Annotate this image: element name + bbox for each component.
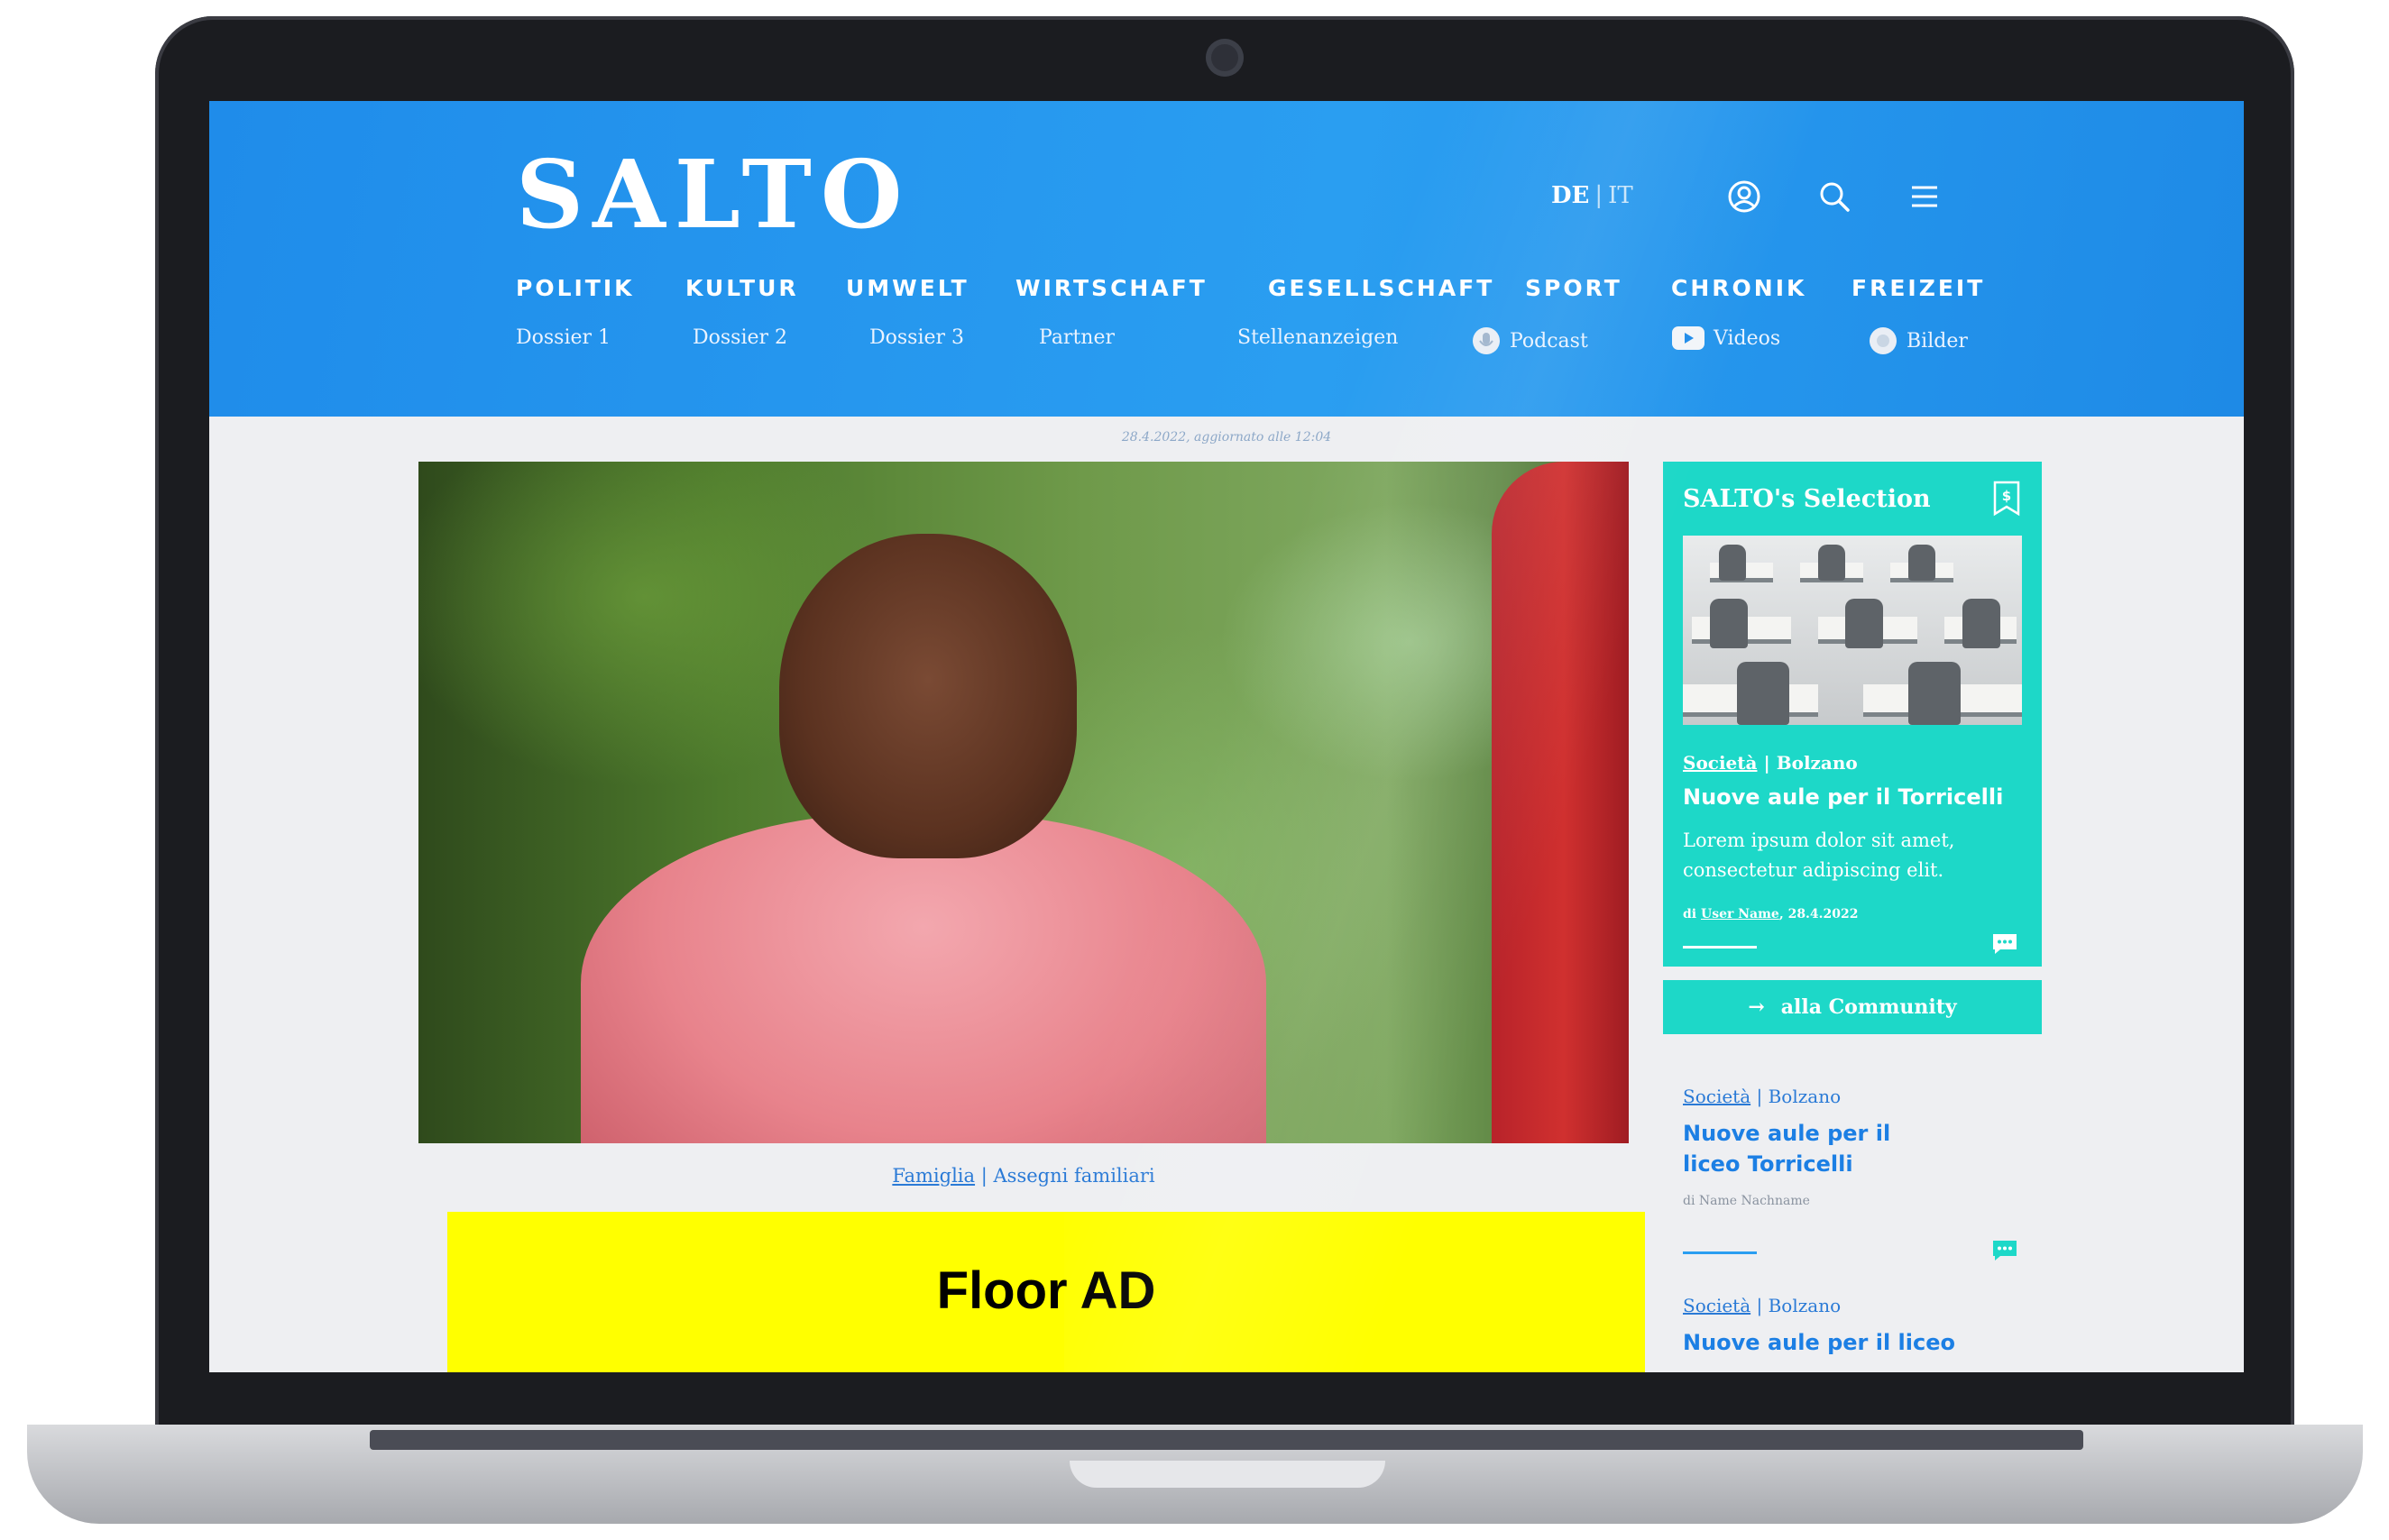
classroom-chair bbox=[1845, 599, 1883, 648]
subnav-videos[interactable]: Videos bbox=[1672, 326, 1780, 350]
side-article-place: Bolzano bbox=[1768, 1086, 1842, 1107]
nav-chronik[interactable]: CHRONIK bbox=[1671, 275, 1806, 301]
keyboard-strip bbox=[370, 1430, 2083, 1450]
subnav-videos-label: Videos bbox=[1714, 326, 1781, 350]
subnav-dossier-1[interactable]: Dossier 1 bbox=[516, 326, 611, 349]
selection-meta: Società | Bolzano bbox=[1683, 752, 1858, 774]
image-icon bbox=[1870, 327, 1897, 354]
classroom-chair bbox=[1962, 599, 2000, 648]
comment-icon[interactable] bbox=[1991, 932, 2018, 956]
selection-divider bbox=[1683, 946, 1757, 949]
side-article-divider bbox=[1683, 1251, 1757, 1254]
nav-sport[interactable]: SPORT bbox=[1525, 275, 1622, 301]
hero-photo-girl-hair bbox=[779, 534, 1077, 858]
hero-photo-girl-hoodie bbox=[581, 813, 1266, 1143]
classroom-chair bbox=[1710, 599, 1748, 648]
subnav-partner[interactable]: Partner bbox=[1039, 326, 1115, 349]
article-date: 28.4.2022, aggiornato alle 12:04 bbox=[1121, 430, 1332, 445]
subnav-podcast-label: Podcast bbox=[1510, 329, 1588, 353]
selection-category-link[interactable]: Società bbox=[1683, 752, 1757, 774]
subnav-stellenanzeigen[interactable]: Stellenanzeigen bbox=[1237, 326, 1398, 349]
side-article-meta: Società | Bolzano bbox=[1683, 1086, 2026, 1107]
comment-icon[interactable] bbox=[1991, 1239, 2018, 1262]
classroom-chair bbox=[1908, 662, 1961, 725]
search-icon[interactable] bbox=[1815, 177, 1854, 216]
selection-excerpt: Lorem ipsum dolor sit amet, consectetur … bbox=[1683, 830, 1955, 881]
lang-separator: | bbox=[1594, 182, 1603, 209]
salto-selection-card[interactable]: SALTO's Selection $ Società | Bolzano Nu… bbox=[1663, 462, 2042, 967]
side-article-category-link[interactable]: Società bbox=[1683, 1086, 1750, 1107]
selection-headline[interactable]: Nuove aule per il Torricelli bbox=[1683, 784, 2026, 810]
selection-author-link[interactable]: User Name bbox=[1701, 907, 1779, 921]
webcam-icon bbox=[1206, 39, 1244, 77]
selection-place: Bolzano bbox=[1776, 752, 1858, 774]
site-logo[interactable]: SALTO bbox=[516, 139, 911, 250]
selection-image-classroom[interactable] bbox=[1683, 536, 2022, 725]
svg-text:$: $ bbox=[2002, 488, 2011, 504]
nav-kultur[interactable]: KULTUR bbox=[685, 275, 799, 301]
side-article-meta-separator: | bbox=[1756, 1295, 1763, 1316]
arrow-right-icon: → bbox=[1748, 995, 1765, 1019]
selection-title: SALTO's Selection bbox=[1683, 485, 1931, 513]
browser-screen: SALTO DE | IT POLITIK KULTUR UMWELT WIRTSC… bbox=[209, 101, 2244, 1372]
article-tags: Famiglia | Assegni familiari bbox=[418, 1165, 1629, 1187]
subnav-dossier-2-label: Dossier 2 bbox=[693, 326, 788, 349]
classroom-chair bbox=[1719, 545, 1746, 581]
subnav-podcast[interactable]: Podcast bbox=[1472, 326, 1588, 355]
site-header: SALTO DE | IT POLITIK KULTUR UMWELT WIRTSC… bbox=[209, 101, 2244, 417]
subnav-bilder-label: Bilder bbox=[1907, 329, 1968, 353]
side-article-author: di Name Nachname bbox=[1683, 1194, 1810, 1208]
language-switcher: DE | IT bbox=[1551, 182, 1633, 209]
nav-politik[interactable]: POLITIK bbox=[516, 275, 635, 301]
nav-freizeit[interactable]: FREIZEIT bbox=[1851, 275, 1985, 301]
bookmark-icon[interactable]: $ bbox=[1991, 480, 2022, 518]
menu-icon[interactable] bbox=[1905, 177, 1944, 216]
main-nav: POLITIK KULTUR UMWELT WIRTSCHAFT GESELLS… bbox=[516, 275, 1982, 311]
selection-meta-separator: | bbox=[1763, 752, 1770, 774]
lang-de[interactable]: DE bbox=[1551, 182, 1589, 209]
subnav-dossier-2[interactable]: Dossier 2 bbox=[693, 326, 787, 349]
subnav-dossier-3-label: Dossier 3 bbox=[869, 326, 965, 349]
classroom-chair bbox=[1818, 545, 1845, 581]
classroom-chair bbox=[1737, 662, 1789, 725]
user-icon[interactable] bbox=[1724, 177, 1764, 216]
article-tag[interactable]: Assegni familiari bbox=[994, 1165, 1155, 1187]
side-article[interactable]: Società | Bolzano Nuove aule per il lice… bbox=[1683, 1086, 2026, 1208]
subnav-partner-label: Partner bbox=[1039, 326, 1115, 349]
subnav-dossier-1-label: Dossier 1 bbox=[516, 326, 611, 349]
subnav-bilder[interactable]: Bilder bbox=[1869, 326, 1968, 355]
floor-ad-banner[interactable]: Floor AD bbox=[447, 1212, 1645, 1372]
microphone-icon bbox=[1473, 327, 1500, 354]
side-article-headline[interactable]: Nuove aule per il liceo Torricelli bbox=[1683, 1118, 1953, 1179]
hero-photo-adult-sleeve bbox=[1492, 462, 1629, 1143]
side-article-category-link[interactable]: Società bbox=[1683, 1295, 1750, 1316]
selection-author: di User Name, 28.4.2022 bbox=[1683, 907, 1859, 921]
article-tag-separator: | bbox=[980, 1165, 988, 1187]
side-article[interactable]: Società | Bolzano Nuove aule per il lice… bbox=[1683, 1295, 2026, 1358]
laptop-notch bbox=[1070, 1461, 1385, 1488]
sub-nav: Dossier 1 Dossier 2 Dossier 3 Partner St… bbox=[516, 326, 1968, 362]
community-button[interactable]: → alla Community bbox=[1663, 980, 2042, 1034]
floor-ad-label: Floor AD bbox=[936, 1261, 1156, 1320]
classroom-chair bbox=[1908, 545, 1935, 581]
subnav-stellenanzeigen-label: Stellenanzeigen bbox=[1237, 326, 1399, 349]
article-category-link[interactable]: Famiglia bbox=[892, 1165, 975, 1187]
side-article-headline[interactable]: Nuove aule per il liceo bbox=[1683, 1327, 2026, 1358]
side-article-meta: Società | Bolzano bbox=[1683, 1295, 2026, 1316]
hero-image[interactable] bbox=[418, 462, 1629, 1143]
side-article-meta-separator: | bbox=[1756, 1086, 1763, 1107]
nav-wirtschaft[interactable]: WIRTSCHAFT bbox=[1015, 275, 1208, 301]
side-article-place: Bolzano bbox=[1768, 1295, 1842, 1316]
selection-author-prefix: di bbox=[1683, 907, 1697, 921]
subnav-dossier-3[interactable]: Dossier 3 bbox=[869, 326, 964, 349]
nav-gesellschaft[interactable]: GESELLSCHAFT bbox=[1268, 275, 1494, 301]
nav-umwelt[interactable]: UMWELT bbox=[846, 275, 969, 301]
community-button-label: alla Community bbox=[1780, 995, 1957, 1019]
play-icon bbox=[1672, 326, 1704, 350]
lang-it[interactable]: IT bbox=[1608, 182, 1633, 209]
selection-author-date: , 28.4.2022 bbox=[1778, 907, 1859, 921]
